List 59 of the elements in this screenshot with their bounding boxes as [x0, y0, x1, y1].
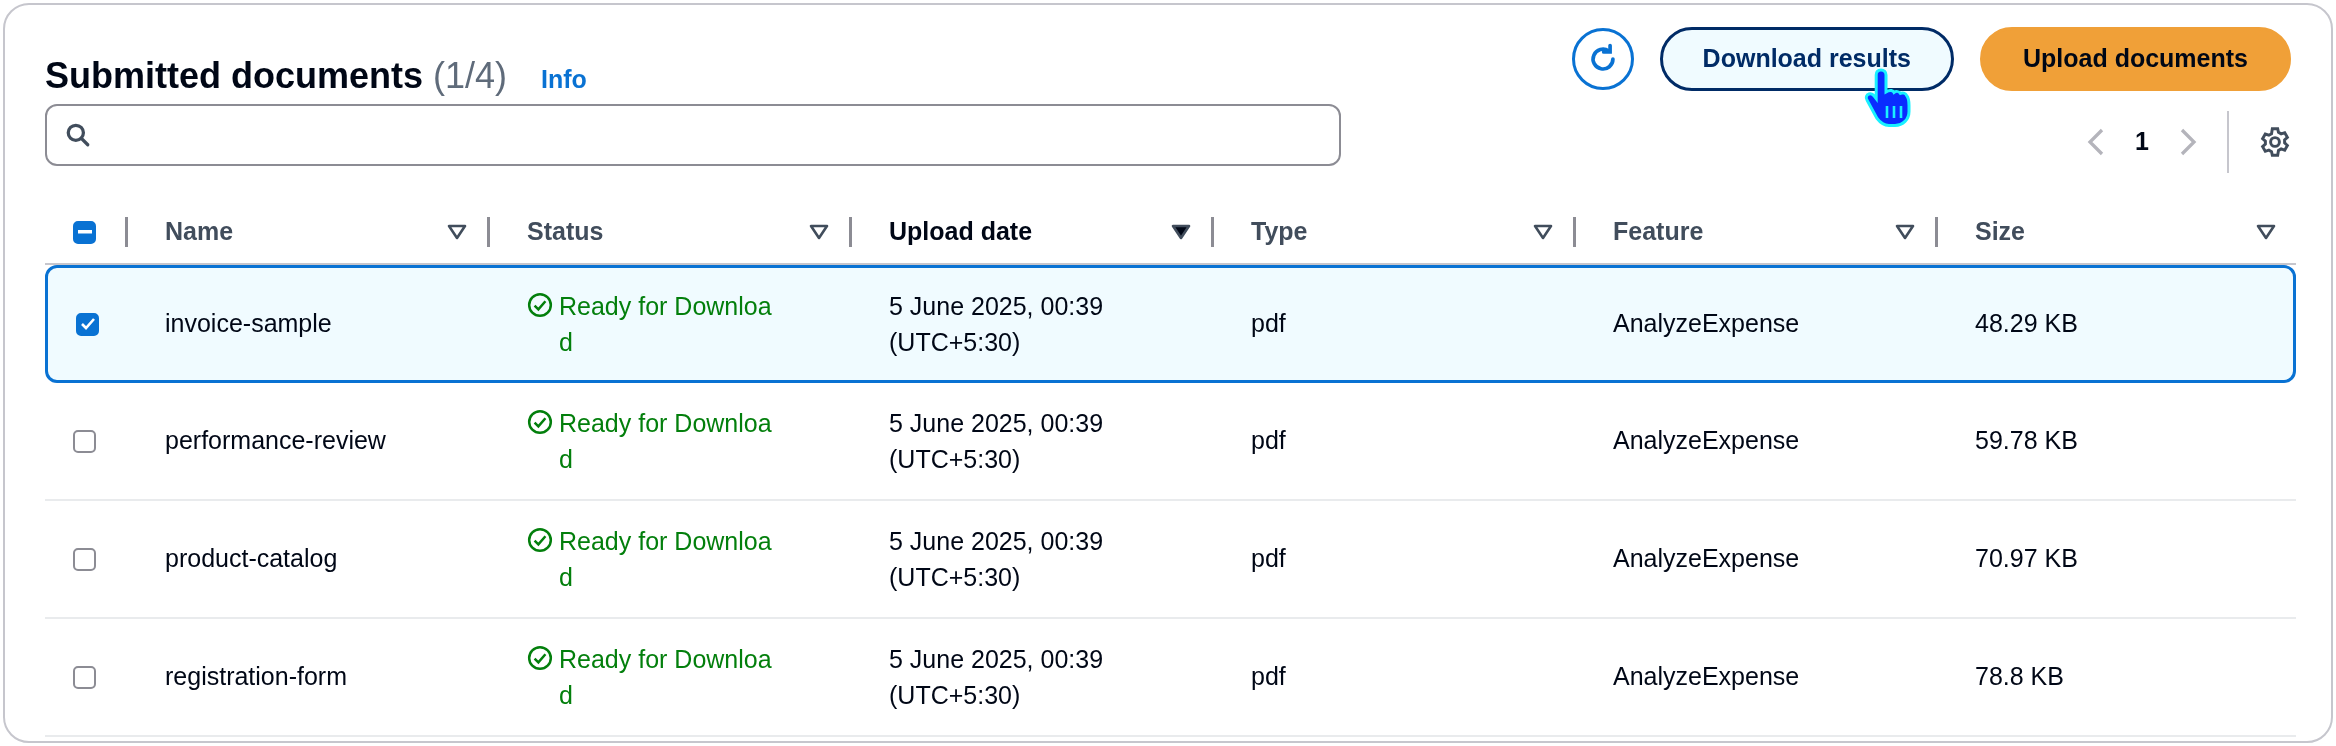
table-cell-text: 59.78 KB: [1975, 425, 2078, 457]
sort-icon[interactable]: [1171, 224, 1191, 240]
success-icon: [527, 291, 553, 318]
table-cell-text: AnalyzeExpense: [1613, 661, 1800, 693]
minus-icon: [77, 230, 92, 234]
sort-icon[interactable]: [1533, 224, 1553, 240]
table-cell-text: pdf: [1251, 308, 1286, 340]
table-cell-text: AnalyzeExpense: [1613, 543, 1800, 575]
table-cell-text: 78.8 KB: [1975, 661, 2064, 693]
table-cell-text: AnalyzeExpense: [1613, 308, 1800, 340]
success-icon: [527, 644, 553, 671]
table-cell-text: pdf: [1251, 543, 1286, 575]
table-cell-text: (UTC+5:30): [889, 562, 1022, 593]
table-cell-text: 5 June 2025, 00:39: [889, 407, 1104, 439]
status-text: Ready for Download: [559, 290, 773, 358]
column-header: Feature: [1613, 216, 1705, 248]
page-number[interactable]: 1: [2135, 123, 2149, 161]
table-cell-text: registration-form: [165, 661, 347, 693]
table-cell-text: (UTC+5:30): [889, 680, 1022, 711]
success-icon: [527, 526, 553, 553]
check-icon: [79, 317, 96, 331]
table-cell-text: 48.29 KB: [1975, 308, 2078, 340]
table-cell-text: product-catalog: [165, 543, 338, 575]
row-checkbox[interactable]: [76, 312, 99, 336]
row-checkbox[interactable]: [73, 429, 96, 453]
upload-button[interactable]: Upload documents: [1980, 27, 2291, 91]
page-title: Submitted documents: [45, 54, 424, 98]
sort-icon[interactable]: [447, 224, 467, 240]
table-cell-text: 5 June 2025, 00:39: [889, 525, 1104, 557]
table-cell-text: invoice-sample: [165, 308, 332, 340]
row-checkbox[interactable]: [73, 665, 96, 689]
table-cell-text: performance-review: [165, 425, 386, 457]
status-text: Ready for Download: [559, 643, 773, 711]
sort-icon[interactable]: [809, 224, 829, 240]
column-header: Upload date: [889, 216, 1034, 248]
column-header: Name: [165, 216, 235, 248]
sort-icon[interactable]: [1895, 224, 1915, 240]
status-text: Ready for Download: [559, 525, 773, 593]
settings-icon[interactable]: [2259, 126, 2291, 158]
sort-icon[interactable]: [2256, 224, 2276, 240]
table-cell-text: (UTC+5:30): [889, 327, 1022, 358]
success-icon: [527, 408, 553, 435]
table-cell-text: AnalyzeExpense: [1613, 425, 1800, 457]
column-header: Status: [527, 216, 605, 248]
search-field[interactable]: [45, 104, 1341, 166]
status-text: Ready for Download: [559, 407, 773, 475]
table-cell-text: 5 June 2025, 00:39: [889, 643, 1104, 675]
column-header: Size: [1975, 216, 2027, 248]
table-cell-text: 70.97 KB: [1975, 543, 2078, 575]
table-cell-text: 5 June 2025, 00:39: [889, 290, 1104, 322]
select-all-checkbox[interactable]: [73, 220, 96, 244]
search-icon: [65, 122, 91, 148]
selection-count: (1/4): [433, 54, 508, 98]
column-header: Type: [1251, 216, 1309, 248]
info-link[interactable]: Info: [541, 61, 587, 99]
table-cell-text: pdf: [1251, 661, 1286, 693]
table-cell-text: pdf: [1251, 425, 1286, 457]
row-checkbox[interactable]: [73, 547, 96, 571]
table-cell-text: (UTC+5:30): [889, 444, 1022, 475]
